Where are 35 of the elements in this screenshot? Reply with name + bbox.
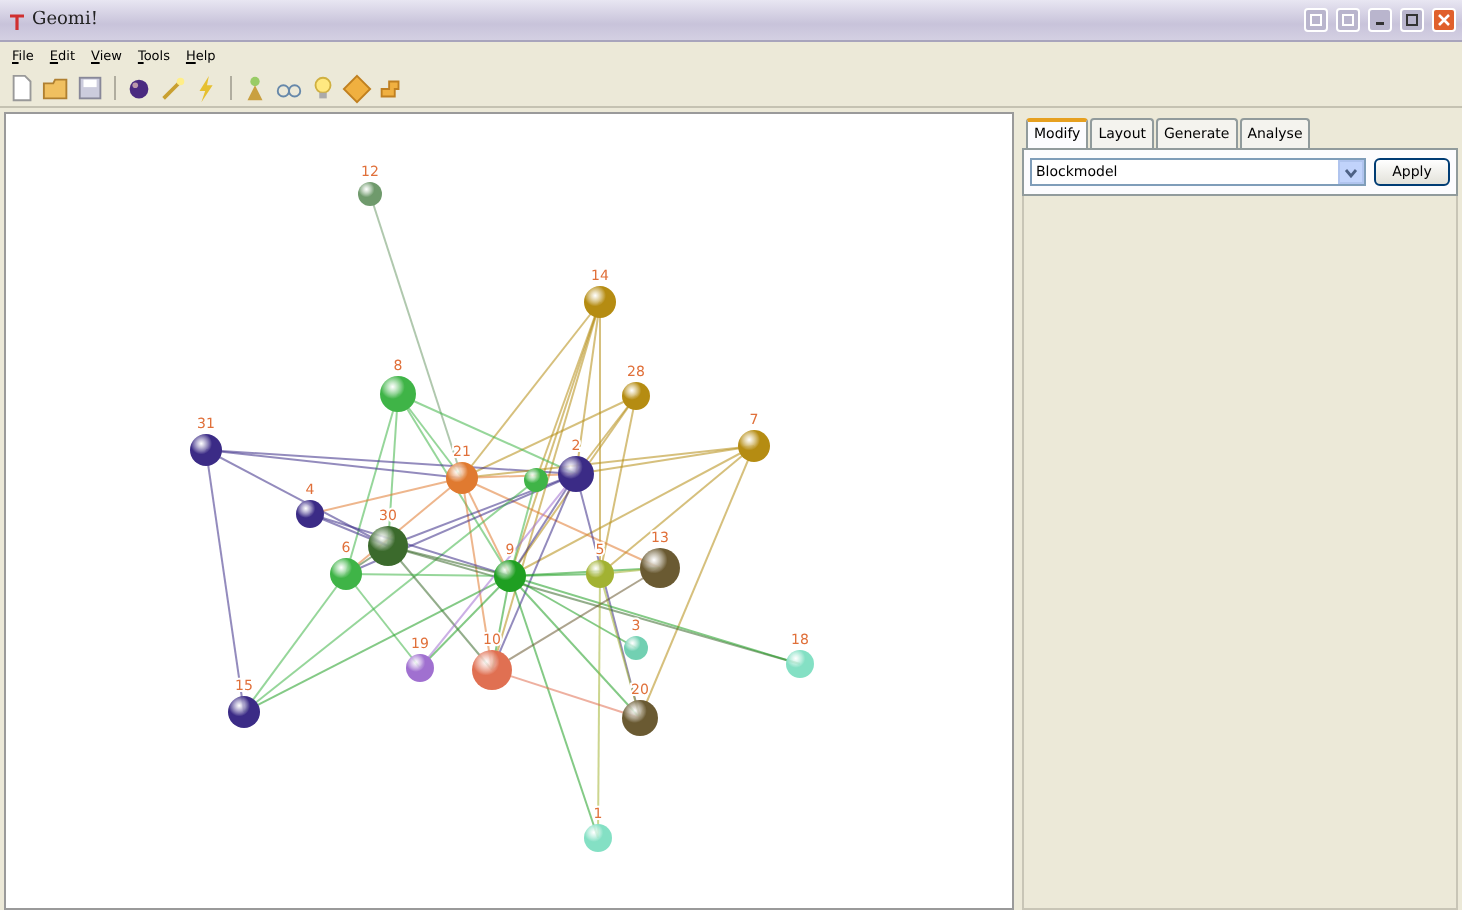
restore-button[interactable]: [1304, 8, 1328, 32]
save-icon[interactable]: [76, 73, 106, 103]
close-icon: [1438, 14, 1450, 26]
folder-icon[interactable]: [42, 73, 72, 103]
tile-button[interactable]: [1336, 8, 1360, 32]
window-title: Geomi!: [32, 10, 100, 30]
diamond-icon[interactable]: [342, 73, 372, 103]
graph-node[interactable]: [584, 824, 612, 852]
graph-node[interactable]: [406, 654, 434, 682]
graph-node[interactable]: [358, 182, 382, 206]
graph-node[interactable]: [624, 636, 648, 660]
graph-node[interactable]: [472, 650, 512, 690]
graph-node[interactable]: [296, 500, 324, 528]
graph-node[interactable]: [558, 456, 594, 492]
graph-node[interactable]: [524, 468, 548, 492]
graph-node[interactable]: [584, 286, 616, 318]
window-icon: [1342, 14, 1354, 26]
graph-node[interactable]: [738, 430, 770, 462]
close-button[interactable]: [1432, 8, 1456, 32]
graph-node[interactable]: [330, 558, 362, 590]
graph-node[interactable]: [380, 376, 416, 412]
graph-node[interactable]: [586, 560, 614, 588]
minimize-button[interactable]: [1368, 8, 1392, 32]
graph-node[interactable]: [446, 462, 478, 494]
graph-node[interactable]: [622, 700, 658, 736]
graph-node[interactable]: [622, 382, 650, 410]
graph-node[interactable]: [494, 560, 526, 592]
graph-node[interactable]: [228, 696, 260, 728]
graph-node[interactable]: [190, 434, 222, 466]
maximize-icon: [1406, 14, 1418, 26]
maximize-button[interactable]: [1400, 8, 1424, 32]
graph-node[interactable]: [640, 548, 680, 588]
restore-icon: [1310, 14, 1322, 26]
graph-node[interactable]: [368, 526, 408, 566]
graph-node[interactable]: [786, 650, 814, 678]
